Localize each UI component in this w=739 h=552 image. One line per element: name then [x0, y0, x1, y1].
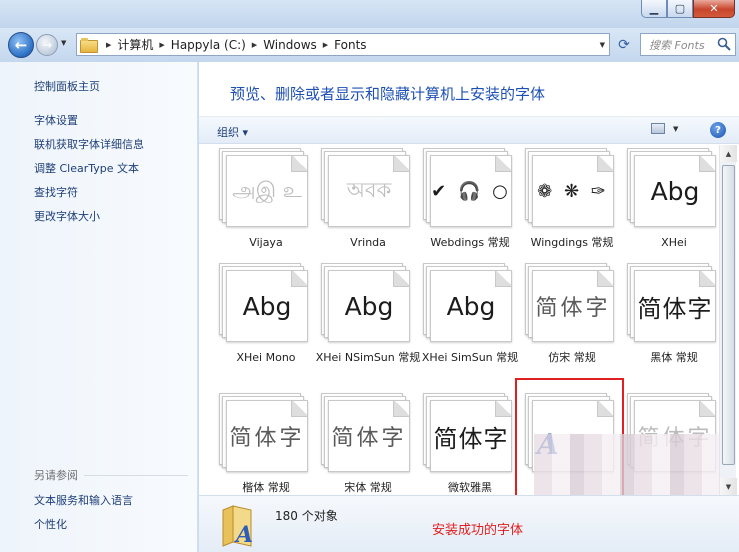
scroll-down-button[interactable]: ▼: [720, 478, 737, 495]
divider: [84, 475, 188, 476]
breadcrumb-computer[interactable]: 计算机: [117, 36, 153, 53]
font-name: XHei NSimSun 常规: [315, 351, 421, 364]
command-bar: 组织 ▾ ▼ ?: [199, 116, 739, 144]
fonts-folder-icon: A: [222, 505, 253, 548]
folder-icon: [80, 38, 98, 53]
chevron-down-icon: ▼: [673, 124, 679, 133]
cleartype-link[interactable]: 调整 ClearType 文本: [34, 160, 139, 176]
refresh-button[interactable]: ⟳: [613, 33, 635, 56]
font-name: 微软雅黑: [448, 481, 492, 494]
content-pane: 预览、删除或者显示和隐藏计算机上安装的字体 组织 ▾ ▼ ? அஇ உ Vija…: [199, 62, 739, 552]
back-button[interactable]: ←: [8, 32, 34, 58]
font-name: 楷体 常规: [242, 481, 290, 494]
svg-text:A: A: [234, 522, 253, 548]
organize-button[interactable]: 组织 ▾: [217, 124, 248, 140]
font-thumbnail: ❁ ❋ ✑: [522, 145, 614, 227]
font-thumbnail: অবক: [318, 145, 410, 227]
forward-button[interactable]: →: [36, 34, 58, 56]
font-thumbnail: Abg: [216, 260, 308, 342]
search-input[interactable]: 搜索 Fonts: [649, 37, 705, 53]
font-sample: Abg: [446, 291, 496, 321]
address-bar[interactable]: ▶ 计算机 ▶ Happyla (C:) ▶ Windows ▶ Fonts ▼: [76, 33, 610, 56]
font-info-online-link[interactable]: 联机获取字体详细信息: [34, 136, 144, 152]
font-sample: Abg: [650, 176, 700, 206]
font-thumbnail: ✔ 🎧 ○: [420, 145, 512, 227]
font-thumbnail: Abg: [318, 260, 410, 342]
refresh-icon: ⟳: [618, 36, 630, 53]
chevron-right-icon[interactable]: ▶: [323, 41, 328, 49]
help-icon: ?: [715, 124, 721, 136]
help-button[interactable]: ?: [710, 122, 726, 138]
font-name: XHei SimSun 常规: [421, 351, 519, 364]
text-services-link[interactable]: 文本服务和输入语言: [34, 492, 133, 508]
font-thumbnail: Abg: [420, 260, 512, 342]
scroll-thumb[interactable]: [722, 165, 735, 465]
page-title: 预览、删除或者显示和隐藏计算机上安装的字体: [230, 85, 546, 103]
font-sample: ❁ ❋ ✑: [537, 180, 609, 202]
font-thumbnail: 简体字: [420, 390, 512, 472]
change-view-button[interactable]: ▼: [651, 123, 678, 134]
details-pane: A 180 个对象 安装成功的字体: [199, 495, 739, 552]
search-icon[interactable]: [717, 37, 731, 51]
close-button[interactable]: ✕: [693, 0, 735, 18]
chevron-right-icon[interactable]: ▶: [252, 41, 257, 49]
font-sample: অবক: [346, 177, 392, 202]
font-sample: Abg: [344, 291, 394, 321]
view-icon: [651, 123, 665, 134]
maximize-button[interactable]: ▢: [667, 0, 693, 18]
font-name: 仿宋 常规: [548, 351, 596, 364]
change-font-size-link[interactable]: 更改字体大小: [34, 208, 100, 224]
personalization-link[interactable]: 个性化: [34, 516, 67, 532]
scroll-up-button[interactable]: ▲: [720, 145, 737, 162]
vertical-scrollbar[interactable]: ▲ ▼: [719, 145, 737, 495]
font-sample: 简体字: [229, 426, 305, 451]
font-thumbnail: 简体字: [318, 390, 410, 472]
font-thumbnail: 简体字: [624, 260, 716, 342]
minimize-button[interactable]: ▁: [641, 0, 667, 18]
find-character-link[interactable]: 查找字符: [34, 184, 78, 200]
arrow-right-icon: →: [41, 38, 53, 52]
font-name: XHei: [661, 236, 687, 249]
font-name: Vijaya: [249, 236, 283, 249]
font-name: Webdings 常规: [430, 236, 510, 249]
font-settings-link[interactable]: 字体设置: [34, 112, 78, 128]
chevron-down-icon[interactable]: ▼: [600, 41, 605, 49]
font-thumbnail: அஇ உ: [216, 145, 308, 227]
font-sample: 简体字: [637, 294, 713, 323]
caption-buttons: ▁ ▢ ✕: [641, 0, 735, 18]
font-sample: 简体字: [331, 426, 407, 451]
font-sample: அஇ உ: [232, 177, 302, 202]
search-box[interactable]: 搜索 Fonts: [640, 33, 736, 56]
see-also-heading: 另请参阅: [34, 469, 78, 482]
font-thumbnail: 简体字: [216, 390, 308, 472]
item-count: 180 个对象: [275, 509, 338, 523]
task-pane: 控制面板主页 字体设置 联机获取字体详细信息 调整 ClearType 文本 查…: [0, 62, 198, 552]
organize-label: 组织: [217, 126, 239, 139]
font-name: 黑体 常规: [650, 351, 698, 364]
font-name: XHei Mono: [236, 351, 296, 364]
breadcrumb-windows[interactable]: Windows: [263, 38, 317, 52]
breadcrumb-drive[interactable]: Happyla (C:): [171, 38, 246, 52]
font-name: 宋体 常规: [344, 481, 392, 494]
breadcrumb-fonts[interactable]: Fonts: [334, 38, 366, 52]
font-name: Vrinda: [350, 236, 386, 249]
font-thumbnail: Abg: [624, 145, 716, 227]
history-dropdown-button[interactable]: ▼: [61, 39, 66, 47]
title-bar: ▁ ▢ ✕: [0, 0, 739, 28]
chevron-right-icon[interactable]: ▶: [106, 41, 111, 49]
font-sample: Abg: [242, 291, 292, 321]
navigation-bar: ← → ▼ ▶ 计算机 ▶ Happyla (C:) ▶ Windows ▶ F…: [0, 28, 739, 62]
control-panel-home-link[interactable]: 控制面板主页: [34, 78, 100, 94]
annotation-label: 安装成功的字体: [432, 523, 524, 538]
font-thumbnail: 简体字: [522, 260, 614, 342]
font-sample: 简体字: [535, 296, 611, 321]
arrow-left-icon: ←: [14, 36, 28, 54]
chevron-right-icon[interactable]: ▶: [159, 41, 164, 49]
font-sample: 简体字: [433, 424, 509, 453]
font-sample: ✔ 🎧 ○: [431, 180, 511, 202]
font-name: Wingdings 常规: [530, 236, 614, 249]
